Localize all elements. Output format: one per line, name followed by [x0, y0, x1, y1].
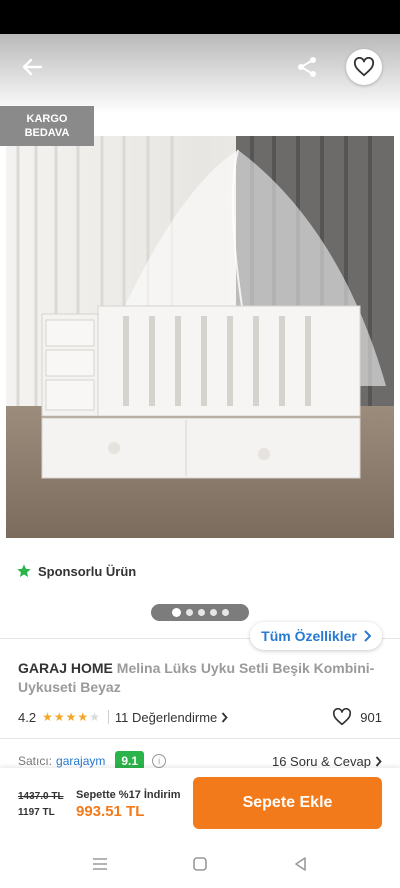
favorite-button[interactable]: [346, 49, 382, 85]
free-shipping-badge: KARGO BEDAVA: [0, 106, 94, 146]
product-title: GARAJ HOME Melina Lüks Uyku Setli Beşik …: [18, 659, 378, 697]
reviews-label: 11 Değerlendirme: [114, 709, 218, 725]
checkout-bar: 1437.0 TL 1197 TL Sepette %17 İndirim 99…: [0, 768, 400, 840]
star-filled-icon: ★: [65, 710, 77, 724]
pager-dot-2[interactable]: [185, 609, 193, 616]
rating-score: 4.2: [18, 709, 37, 725]
pager-dot-3[interactable]: [197, 609, 205, 616]
gallery-pager[interactable]: [151, 604, 249, 621]
star-filled-icon: ★: [53, 710, 65, 724]
rating-stars: ★ ★ ★ ★ ★: [42, 711, 100, 723]
info-icon[interactable]: i: [152, 754, 167, 768]
star-filled-icon: ★: [77, 710, 89, 724]
star-icon: [17, 564, 31, 577]
all-features-button[interactable]: Tüm Özellikler: [250, 622, 382, 650]
home-button[interactable]: [188, 852, 212, 876]
pager-dot-4[interactable]: [209, 609, 217, 616]
cart-discount-label: Sepette %17 İndirim: [76, 789, 181, 801]
share-icon: [298, 57, 316, 77]
chevron-right-icon: [222, 711, 228, 723]
pager-dot-5[interactable]: [221, 609, 229, 616]
sponsored-label-row: Sponsorlu Ürün: [16, 562, 136, 580]
qa-label: 16 Soru & Cevap: [271, 753, 371, 769]
system-nav-bar: [0, 840, 400, 888]
badge-line-2: BEDAVA: [24, 127, 70, 139]
chevron-right-icon: [375, 755, 382, 767]
arrow-left-icon: [22, 58, 43, 76]
favorite-count-value: 901: [360, 709, 382, 725]
chevron-right-icon: [364, 630, 371, 642]
star-filled-icon: ★: [42, 710, 53, 724]
sponsored-label: Sponsorlu Ürün: [38, 563, 137, 579]
favorite-count[interactable]: 901: [332, 708, 382, 726]
star-empty-icon: ★: [89, 710, 100, 724]
rating-row: 4.2 ★ ★ ★ ★ ★ 11 Değerlendirme 901: [18, 708, 382, 726]
pager-dot-1[interactable]: [171, 608, 181, 617]
add-to-cart-button[interactable]: Sepete Ekle: [193, 777, 382, 829]
share-button[interactable]: [292, 52, 322, 82]
seller-name-link[interactable]: garajaym: [56, 754, 105, 768]
product-image[interactable]: [6, 136, 394, 538]
badge-line-1: KARGO: [26, 113, 68, 125]
heart-outline-icon: [353, 57, 375, 77]
seller-label: Satıcı:: [18, 754, 53, 768]
reviews-link[interactable]: 11 Değerlendirme: [115, 710, 228, 725]
rating-separator: [107, 710, 109, 724]
qa-link[interactable]: 16 Soru & Cevap: [272, 754, 382, 769]
status-bar: [0, 0, 400, 34]
home-square-icon: [193, 857, 207, 871]
base-price: 1197 TL: [18, 807, 55, 818]
menu-icon: [93, 858, 107, 870]
system-back-button[interactable]: [288, 852, 312, 876]
heart-outline-icon: [333, 708, 352, 726]
back-triangle-icon: [295, 857, 306, 871]
all-features-label: Tüm Özellikler: [261, 628, 357, 644]
recent-apps-button[interactable]: [88, 852, 112, 876]
hero-top-fade: [0, 34, 400, 114]
final-price: 993.51 TL: [76, 803, 145, 820]
section-divider: [0, 738, 400, 739]
original-price: 1437.0 TL: [18, 791, 64, 802]
back-button[interactable]: [14, 52, 50, 82]
product-brand: GARAJ HOME: [18, 660, 113, 676]
